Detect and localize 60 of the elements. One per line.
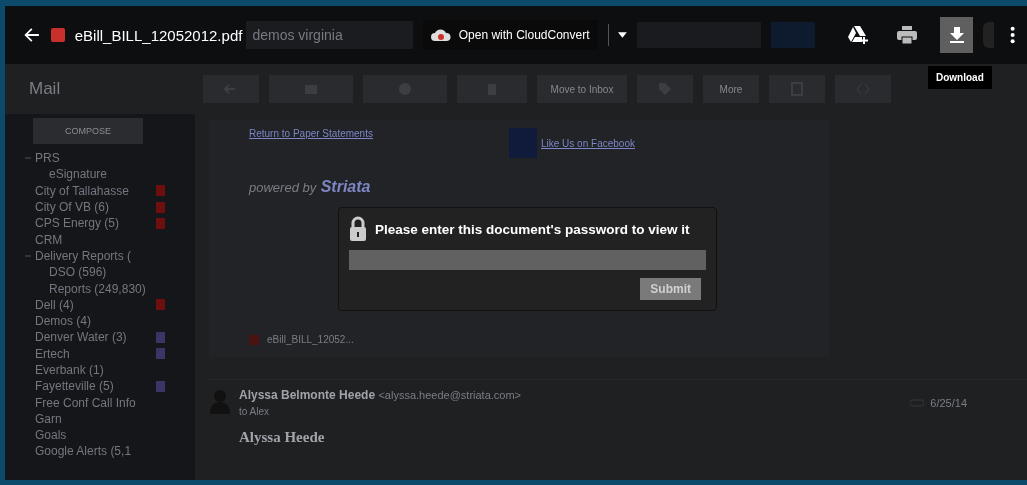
report-spam-button[interactable] [363, 75, 447, 103]
move-to-inbox-button[interactable]: Move to Inbox [537, 75, 627, 103]
pdf-file-icon [50, 28, 65, 42]
label-item[interactable]: eSignature [49, 167, 165, 182]
archive-button[interactable] [269, 75, 353, 103]
signature-name: Alyssa Heede [239, 429, 326, 446]
paper-statements-link[interactable]: Return to Paper Statements [249, 128, 509, 158]
powered-by-text: powered by [249, 180, 317, 195]
collapse-icon[interactable] [25, 254, 31, 257]
password-prompt: Please enter this document's password to view it [375, 221, 690, 237]
label-item[interactable]: Goals [35, 428, 165, 443]
submit-button[interactable]: Submit [640, 278, 701, 300]
more-options-icon[interactable] [1009, 25, 1015, 45]
recipient-text: to Alex [239, 406, 271, 417]
sender-email: <alyssa.heede@striata.com> [378, 389, 522, 401]
search-button[interactable] [770, 22, 815, 48]
search-field[interactable]: demos virginia [246, 21, 413, 49]
password-field[interactable] [349, 250, 706, 270]
layout-button[interactable] [769, 75, 825, 103]
label-item[interactable]: Delivery Reports ( [35, 248, 165, 263]
open-with-button[interactable]: Open with CloudConvert [422, 20, 598, 50]
drive-add-icon [846, 25, 869, 45]
label-item[interactable]: Reports (249,830) [49, 281, 165, 296]
lock-icon [349, 216, 367, 242]
label-item[interactable]: Demos (4) [35, 314, 165, 329]
file-name: eBill_BILL_12052012.pdf [74, 26, 243, 44]
mail-menu[interactable]: Mail [5, 64, 195, 114]
download-tooltip: Download [928, 66, 992, 89]
collapse-icon[interactable] [25, 157, 31, 160]
download-button[interactable] [939, 17, 974, 53]
facebook-link[interactable]: Like Us on Facebook [541, 137, 635, 149]
label-item[interactable]: Dell (4) [35, 297, 156, 312]
more-button[interactable]: More [703, 75, 759, 103]
back-button[interactable] [203, 75, 259, 103]
sender-name: Alyssa Belmonte Heede <alyssa.heede@striata.com> [239, 388, 523, 402]
label-item[interactable]: Garn [35, 411, 165, 426]
label-item[interactable]: City Of VB (6) [35, 200, 156, 215]
label-item[interactable]: PRS [35, 151, 165, 166]
labels-button[interactable] [637, 75, 693, 103]
pagination-button[interactable] [835, 75, 891, 103]
delete-button[interactable] [457, 75, 527, 103]
label-item[interactable]: Denver Water (3) [35, 330, 156, 345]
label-item[interactable]: Fayetteville (5) [35, 379, 156, 394]
label-item[interactable]: CRM [35, 232, 165, 247]
dropdown-caret-icon[interactable] [618, 32, 628, 38]
label-item[interactable]: CPS Energy (5) [35, 216, 156, 231]
label-item[interactable]: DSO (596) [49, 265, 165, 280]
pdf-file-icon [249, 334, 259, 345]
brand-logo: Striata [320, 178, 371, 195]
label-item[interactable]: Ertech [35, 346, 156, 361]
label-item[interactable]: Google Alerts (5,1 [35, 444, 165, 459]
cloud-icon [430, 28, 451, 42]
download-icon [949, 27, 964, 43]
label-item[interactable]: City of Tallahasse [35, 183, 156, 198]
label-item[interactable]: Free Conf Call Info [35, 395, 165, 410]
printer-icon [897, 26, 918, 44]
message-date: 6/25/14 [930, 396, 967, 409]
label-item[interactable]: Everbank (1) [35, 363, 165, 377]
compose-button[interactable]: COMPOSE [33, 118, 143, 144]
attachment-name[interactable]: eBill_BILL_12052... [267, 334, 354, 345]
